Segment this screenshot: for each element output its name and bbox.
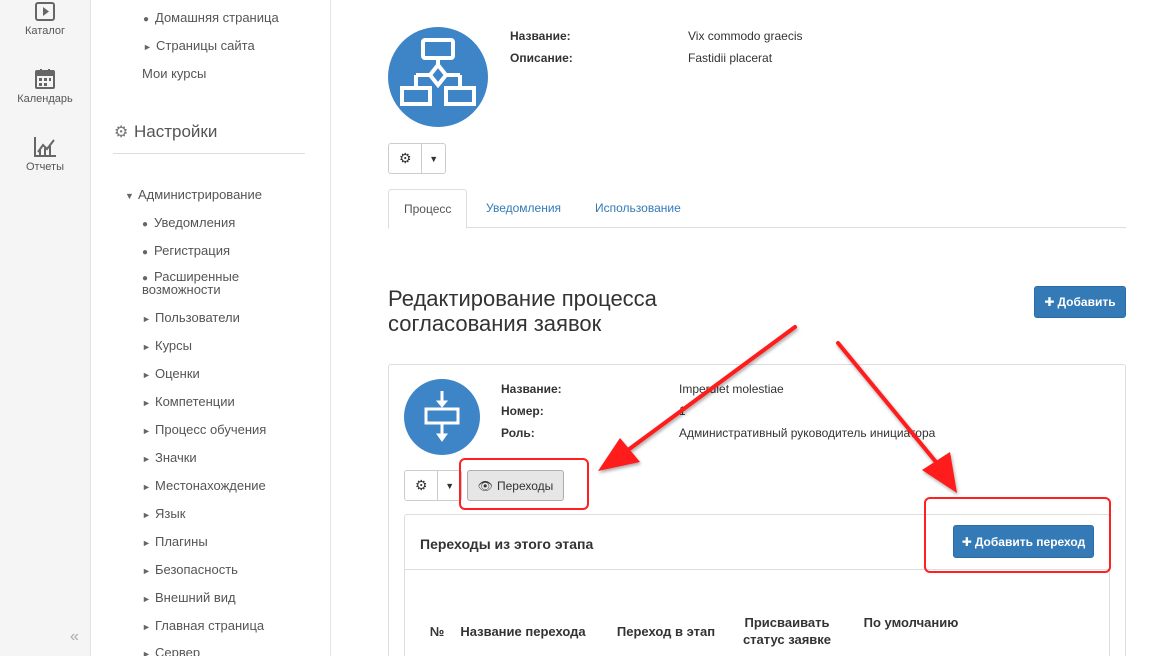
caret-down-icon: ▼ (429, 153, 439, 164)
sidebar-item-frontpage[interactable]: ► Главная страница (142, 619, 264, 634)
process-name-label: Название: (510, 29, 571, 43)
triangle-right-icon: ► (142, 594, 151, 604)
triangle-right-icon: ► (142, 426, 151, 436)
sidebar-item-admin[interactable]: ▼ Администрирование (125, 188, 262, 203)
catalog-icon (35, 2, 55, 21)
sidebar-item-competencies[interactable]: ► Компетенции (142, 395, 235, 410)
triangle-right-icon: ► (143, 42, 152, 52)
nav-calendar[interactable]: Календарь (0, 68, 90, 105)
sidebar-item-plugins[interactable]: ► Плагины (142, 535, 208, 550)
page-title-line2: согласования заявок (388, 311, 602, 336)
column-header-assign-status: Присваивать статус заявке (742, 615, 832, 647)
caret-down-icon: ▼ (445, 480, 455, 491)
bullet-icon: ● (143, 14, 150, 25)
column-header-target-stage: Переход в этап (616, 624, 716, 639)
process-desc-value: Fastidii placerat (688, 51, 773, 65)
stage-name-label: Название: (501, 382, 562, 396)
collapse-sidebar-button[interactable]: « (70, 628, 79, 646)
stage-role-value: Административный руководитель инициатора (679, 426, 936, 440)
triangle-right-icon: ► (142, 398, 151, 408)
sidebar-item-courses[interactable]: ► Курсы (142, 339, 192, 354)
divider (113, 153, 305, 154)
nav-catalog[interactable]: Каталог (0, 2, 90, 37)
sidebar-item-appearance[interactable]: ► Внешний вид (142, 591, 236, 606)
triangle-right-icon: ► (142, 454, 151, 464)
triangle-right-icon: ► (142, 342, 151, 352)
sidebar-item-server[interactable]: ► Сервер (142, 646, 200, 656)
column-header-number: № (429, 624, 445, 639)
settings-heading: ⚙ Настройки (114, 122, 218, 141)
stage-process-icon (404, 379, 480, 455)
highlight-box-transitions (459, 458, 589, 510)
triangle-right-icon: ► (142, 482, 151, 492)
column-header-transition-name: Название перехода (460, 624, 586, 639)
sidebar-item-grades[interactable]: ► Оценки (142, 367, 200, 382)
left-nav: Каталог Календарь Отчеты « (0, 0, 91, 656)
bullet-icon: ● (142, 219, 149, 230)
triangle-right-icon: ► (142, 510, 151, 520)
process-desc-label: Описание: (510, 51, 573, 65)
stage-role-label: Роль: (501, 426, 535, 440)
page-title-line1: Редактирование процесса (388, 286, 657, 311)
bullet-icon: ● (142, 247, 149, 258)
nav-reports[interactable]: Отчеты (0, 136, 90, 173)
tab-usage[interactable]: Использование (580, 189, 696, 228)
column-header-default: По умолчанию (863, 615, 959, 630)
stage-settings-dropdown[interactable]: ⚙ ▼ (404, 470, 462, 501)
sidebar-item-location[interactable]: ► Местонахождение (142, 479, 266, 494)
tabs-bar: Процесс Уведомления Использование (388, 189, 1126, 229)
process-step-icon (424, 391, 460, 442)
sidebar-item-language[interactable]: ► Язык (142, 507, 185, 522)
sidebar-item-registration[interactable]: ● Регистрация (142, 244, 230, 259)
triangle-right-icon: ► (142, 314, 151, 324)
triangle-right-icon: ► (142, 566, 151, 576)
gear-icon: ⚙ (114, 124, 129, 141)
calendar-icon (35, 69, 55, 89)
sidebar-item-home[interactable]: ● Домашняя страница (143, 11, 279, 26)
sidebar-item-security[interactable]: ► Безопасность (142, 563, 238, 578)
sidebar-item-site-pages[interactable]: ► Страницы сайта (143, 39, 255, 54)
sidebar-item-users[interactable]: ► Пользователи (142, 311, 240, 326)
nav-reports-label: Отчеты (25, 161, 65, 173)
triangle-right-icon: ► (142, 622, 151, 632)
triangle-right-icon: ► (142, 649, 151, 656)
sidebar-item-notifications[interactable]: ● Уведомления (142, 216, 235, 231)
sidebar-item-badges[interactable]: ► Значки (142, 451, 197, 466)
page-title: Редактирование процесса согласования зая… (388, 286, 748, 336)
tab-process[interactable]: Процесс (388, 189, 468, 229)
gear-icon: ⚙ (414, 477, 428, 493)
flowchart-icon (400, 38, 476, 106)
add-stage-button[interactable]: ✚ Добавить (1034, 286, 1126, 318)
triangle-right-icon: ► (142, 370, 151, 380)
settings-sidebar: ● Домашняя страница ► Страницы сайта Мои к… (91, 0, 331, 656)
transitions-panel-title: Переходы из этого этапа (420, 536, 594, 552)
sidebar-item-my-courses[interactable]: Мои курсы (142, 67, 206, 80)
reports-icon (34, 137, 56, 157)
process-settings-dropdown[interactable]: ⚙ ▼ (388, 143, 446, 174)
highlight-box-add-transition (924, 497, 1111, 573)
tab-notifications[interactable]: Уведомления (471, 189, 576, 228)
nav-calendar-label: Календарь (17, 93, 73, 105)
stage-number-label: Номер: (501, 404, 544, 418)
triangle-down-icon: ▼ (125, 191, 134, 201)
process-flowchart-icon (388, 27, 488, 127)
gear-icon: ⚙ (398, 150, 412, 166)
stage-number-value: 1 (679, 404, 686, 418)
plus-icon: ✚ (1044, 295, 1055, 309)
nav-catalog-label: Каталог (25, 25, 65, 37)
stage-name-value: Imperdiet molestiae (679, 382, 784, 396)
sidebar-item-learning-process[interactable]: ► Процесс обучения (142, 423, 266, 438)
triangle-right-icon: ► (142, 538, 151, 548)
sidebar-item-advanced-line2[interactable]: возможности (142, 283, 221, 296)
process-name-value: Vix commodo graecis (688, 29, 803, 43)
